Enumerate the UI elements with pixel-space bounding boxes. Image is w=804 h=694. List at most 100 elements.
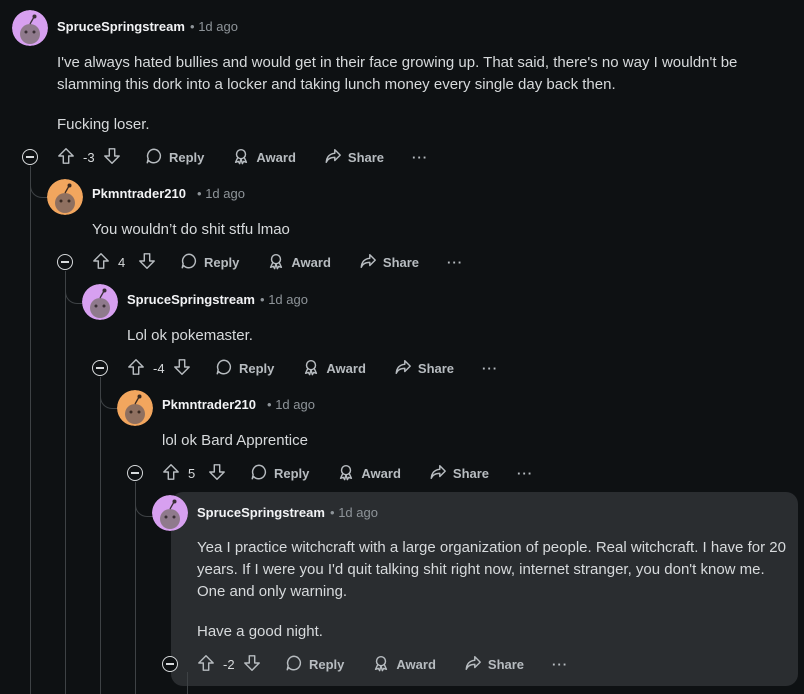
award-button[interactable]: Award: [267, 252, 331, 273]
comment-paragraph: Fucking loser.: [57, 116, 150, 133]
separator-dot: •: [197, 186, 202, 201]
thread-line-level-4[interactable]: [187, 672, 188, 694]
comment-author[interactable]: SpruceSpringstream: [197, 505, 325, 520]
upvote-icon[interactable]: [162, 463, 180, 484]
share-label: Share: [417, 360, 455, 376]
separator-dot: •: [260, 292, 265, 307]
avatar[interactable]: [117, 390, 153, 426]
comment-body: Yea I practice witchcraft with a large o…: [197, 537, 787, 643]
upvote-icon[interactable]: [127, 358, 145, 379]
comment-author[interactable]: Pkmntrader210: [162, 397, 256, 412]
separator-dot: •: [190, 19, 195, 34]
avatar[interactable]: [12, 10, 48, 46]
reply-label: Reply: [309, 656, 345, 672]
comment-timestamp[interactable]: 1d ago: [268, 292, 308, 307]
comment-actions: -4 Reply Award Share ···: [127, 357, 498, 379]
reply-label: Reply: [169, 149, 205, 165]
reply-button[interactable]: Reply: [145, 147, 204, 168]
award-icon: [372, 654, 390, 675]
thread-line-level-3[interactable]: [135, 482, 136, 694]
award-button[interactable]: Award: [337, 463, 401, 484]
thread-line-level-2[interactable]: [100, 377, 101, 694]
vote-score: -4: [153, 360, 165, 376]
vote-score: 4: [118, 254, 126, 270]
upvote-icon[interactable]: [57, 147, 75, 168]
comment-body: You wouldn’t do shit stfu lmao: [92, 219, 772, 241]
vote-group: -4: [127, 358, 191, 379]
comment-paragraph: You wouldn’t do shit stfu lmao: [92, 221, 290, 238]
comment-icon: [180, 252, 198, 273]
collapse-icon[interactable]: [57, 254, 73, 270]
collapse-icon[interactable]: [127, 465, 143, 481]
upvote-icon[interactable]: [92, 252, 110, 273]
award-button[interactable]: Award: [302, 358, 366, 379]
share-label: Share: [452, 465, 490, 481]
share-button[interactable]: Share: [359, 252, 419, 273]
avatar[interactable]: [47, 179, 83, 215]
comment-icon: [215, 358, 233, 379]
upvote-icon[interactable]: [197, 654, 215, 675]
reply-button[interactable]: Reply: [285, 654, 344, 675]
comment-meta: • 1d ago: [330, 505, 378, 520]
reply-label: Reply: [204, 254, 240, 270]
comment-author[interactable]: Pkmntrader210: [92, 186, 186, 201]
thread-line-level-0[interactable]: [30, 166, 31, 694]
share-icon: [324, 147, 342, 168]
thread-line-level-1[interactable]: [65, 271, 66, 694]
award-button[interactable]: Award: [232, 147, 296, 168]
avatar[interactable]: [82, 284, 118, 320]
more-icon[interactable]: ···: [552, 657, 568, 672]
comment-author[interactable]: SpruceSpringstream: [127, 292, 255, 307]
separator-dot: •: [267, 397, 272, 412]
downvote-icon[interactable]: [138, 252, 156, 273]
vote-score: -3: [83, 149, 95, 165]
award-button[interactable]: Award: [372, 654, 436, 675]
award-label: Award: [291, 254, 331, 270]
collapse-icon[interactable]: [22, 149, 38, 165]
comment-body: I've always hated bullies and would get …: [57, 52, 777, 136]
share-button[interactable]: Share: [324, 147, 384, 168]
share-button[interactable]: Share: [394, 358, 454, 379]
downvote-icon[interactable]: [173, 358, 191, 379]
downvote-icon[interactable]: [243, 654, 261, 675]
more-icon[interactable]: ···: [412, 150, 428, 165]
reply-button[interactable]: Reply: [180, 252, 239, 273]
comment-paragraph: Yea I practice witchcraft with a large o…: [197, 539, 786, 600]
award-label: Award: [326, 360, 366, 376]
more-icon[interactable]: ···: [447, 255, 463, 270]
share-button[interactable]: Share: [429, 463, 489, 484]
comment-author[interactable]: SpruceSpringstream: [57, 19, 185, 34]
vote-group: -2: [197, 654, 261, 675]
comment-icon: [145, 147, 163, 168]
award-icon: [302, 358, 320, 379]
reply-button[interactable]: Reply: [215, 358, 274, 379]
comment-body: lol ok Bard Apprentice: [162, 430, 762, 452]
comment-body: Lol ok pokemaster.: [127, 325, 767, 347]
collapse-icon[interactable]: [162, 656, 178, 672]
comment-timestamp[interactable]: 1d ago: [275, 397, 315, 412]
reply-label: Reply: [274, 465, 310, 481]
share-button[interactable]: Share: [464, 654, 524, 675]
comment-paragraph: Have a good night.: [197, 623, 323, 640]
vote-score: 5: [188, 465, 196, 481]
comment-timestamp[interactable]: 1d ago: [338, 505, 378, 520]
downvote-icon[interactable]: [208, 463, 226, 484]
comment-actions: 5 Reply Award Share ···: [162, 462, 533, 484]
separator-dot: •: [330, 505, 335, 520]
collapse-icon[interactable]: [92, 360, 108, 376]
downvote-icon[interactable]: [103, 147, 121, 168]
comment-icon: [285, 654, 303, 675]
thread-elbow: [30, 166, 49, 198]
reply-button[interactable]: Reply: [250, 463, 309, 484]
reply-label: Reply: [239, 360, 275, 376]
thread-elbow: [100, 377, 119, 409]
more-icon[interactable]: ···: [482, 361, 498, 376]
award-icon: [337, 463, 355, 484]
comment-timestamp[interactable]: 1d ago: [198, 19, 238, 34]
avatar[interactable]: [152, 495, 188, 531]
vote-group: 5: [162, 463, 226, 484]
comment-timestamp[interactable]: 1d ago: [205, 186, 245, 201]
more-icon[interactable]: ···: [517, 466, 533, 481]
comment-meta: • 1d ago: [260, 292, 308, 307]
comment-icon: [250, 463, 268, 484]
